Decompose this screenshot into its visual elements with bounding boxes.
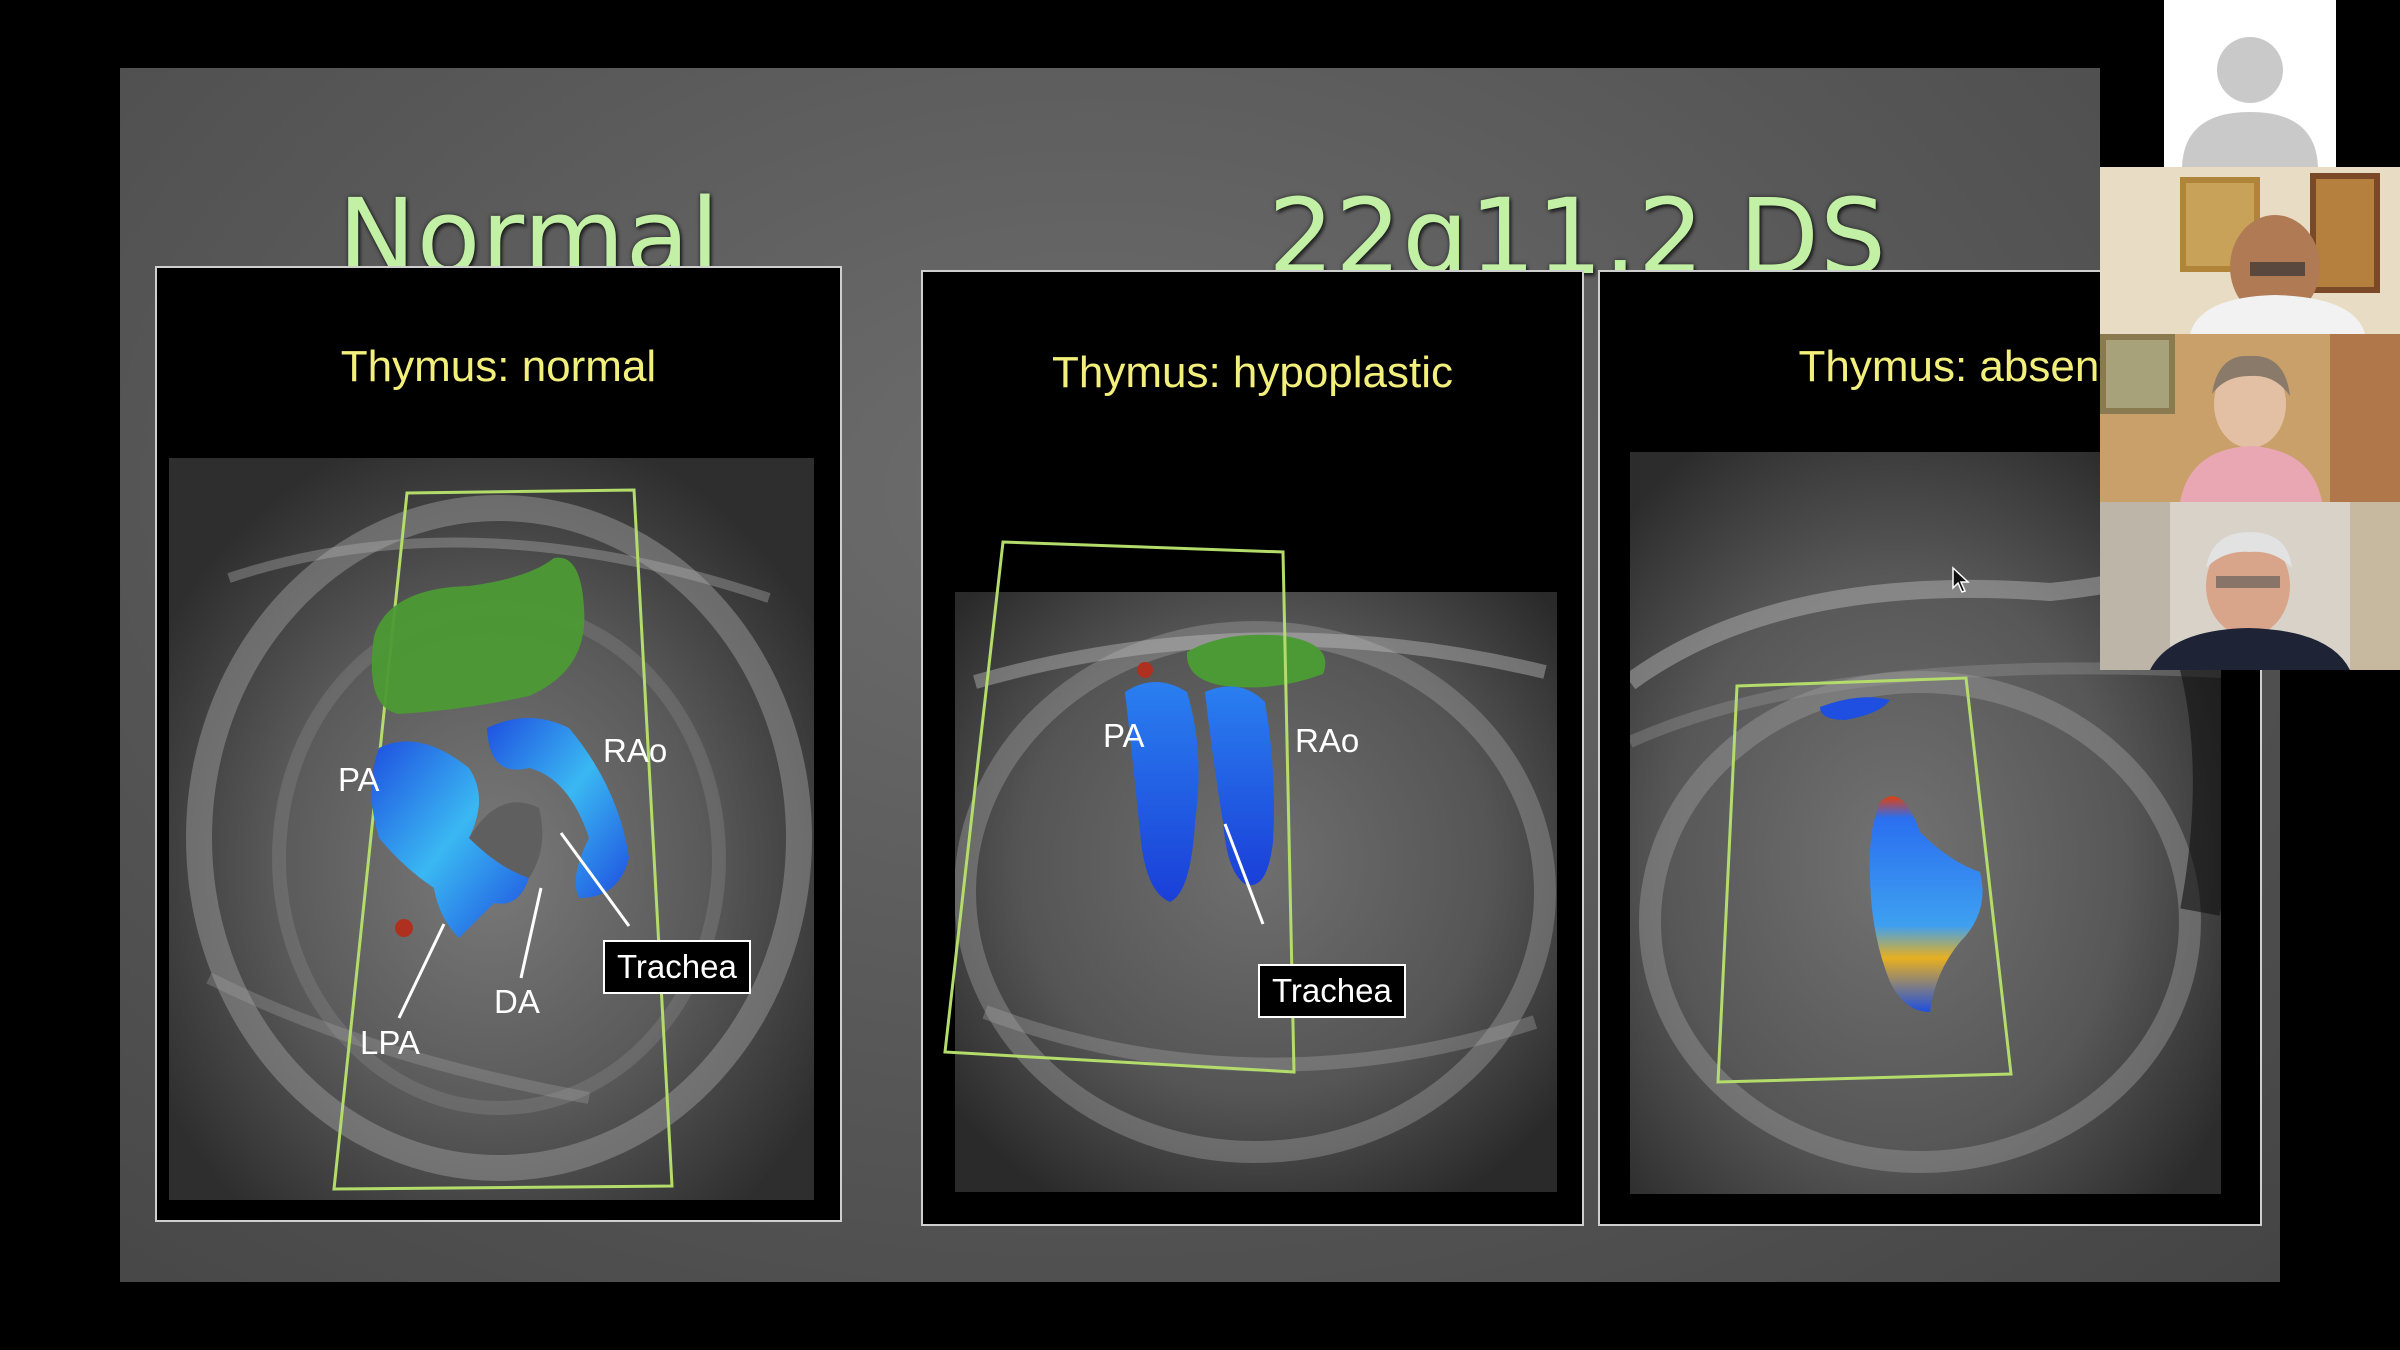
ultrasound-image-normal	[169, 458, 814, 1200]
label-pa: PA	[1103, 717, 1145, 754]
label-rao: RAo	[1295, 722, 1360, 759]
panel-thymus-normal: Thymus: normal PA RAo Trachea DA LPA	[155, 266, 842, 1222]
video-participant-strip	[2100, 0, 2400, 670]
video-tile-participant-1[interactable]	[2100, 167, 2400, 334]
mouse-cursor-icon	[1951, 566, 1973, 594]
video-tile-participant-2[interactable]	[2100, 334, 2400, 502]
person-silhouette-icon	[2182, 37, 2318, 167]
video-tile-avatar[interactable]	[2100, 0, 2400, 167]
panel-thymus-hypoplastic: Thymus: hypoplastic PA RAo Trachea	[921, 270, 1584, 1226]
panel-title: Thymus: normal	[340, 342, 657, 391]
panel-title: Thymus: hypoplastic	[1051, 348, 1454, 397]
label-da: DA	[494, 983, 540, 1020]
label-trachea: Trachea	[1258, 964, 1406, 1018]
label-lpa: LPA	[360, 1024, 420, 1061]
label-rao: RAo	[603, 732, 668, 769]
label-pa: PA	[338, 761, 380, 798]
avatar-placeholder	[2164, 0, 2336, 167]
label-trachea: Trachea	[603, 940, 751, 994]
video-tile-participant-3[interactable]	[2100, 502, 2400, 670]
